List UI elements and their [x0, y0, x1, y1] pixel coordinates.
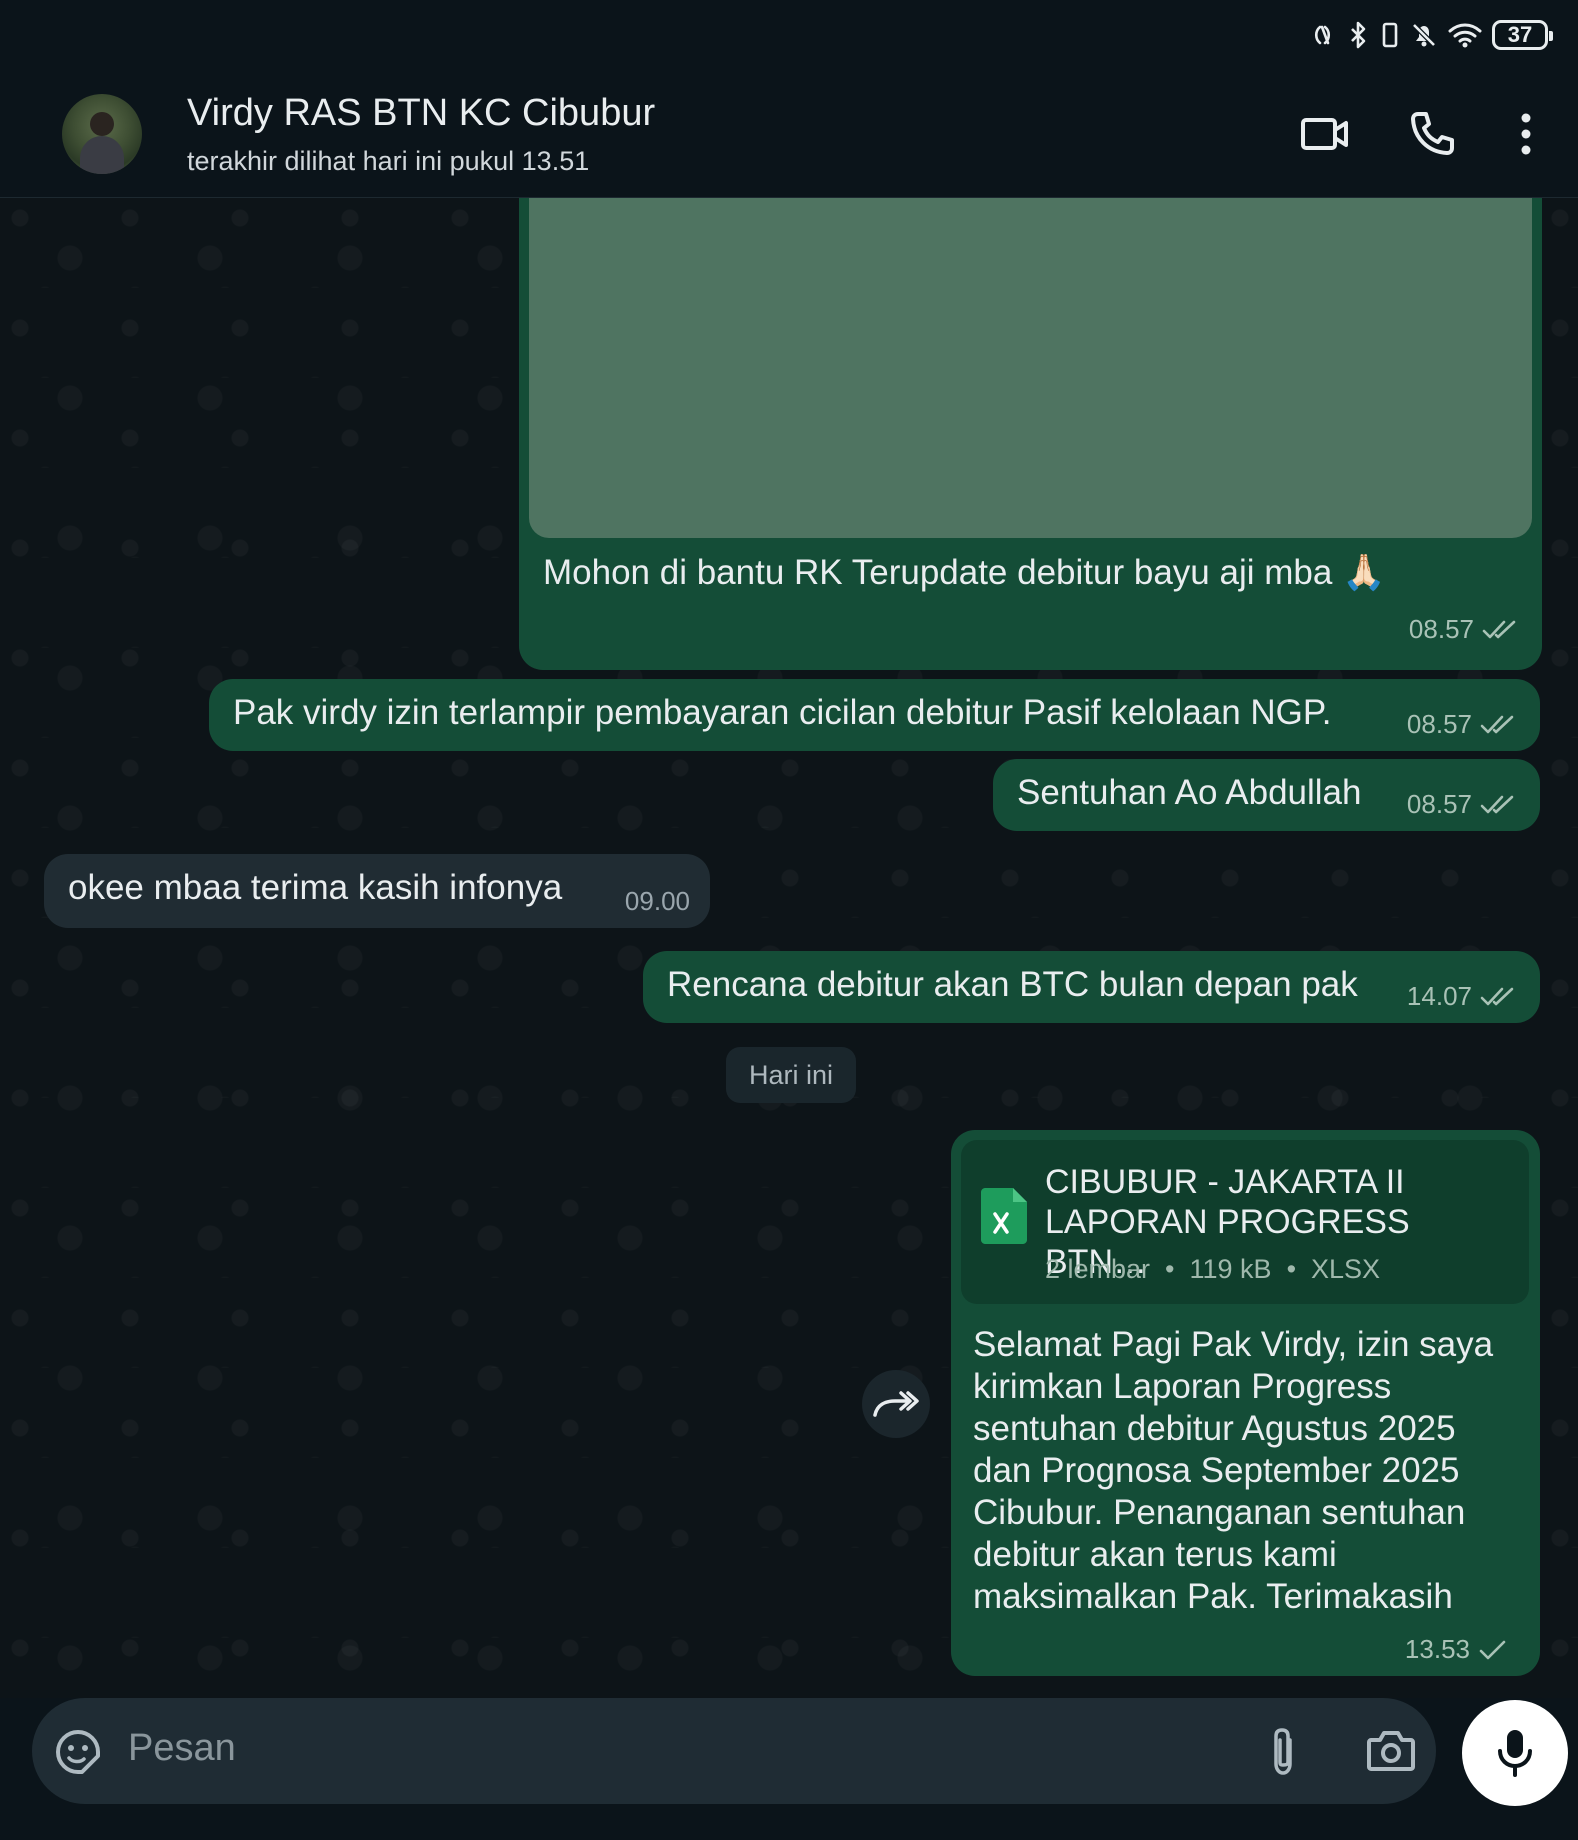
- message-time: 13.53: [1404, 1634, 1470, 1664]
- document-meta: 2 lembar • 119 kB • XLSX: [1045, 1254, 1381, 1284]
- avatar[interactable]: [62, 94, 142, 174]
- mute-icon: [1412, 23, 1436, 47]
- message-meta: 08.57: [1407, 709, 1518, 740]
- xlsx-file-icon: [981, 1188, 1027, 1244]
- message-bubble[interactable]: Pak virdy izin terlampir pembayaran cici…: [209, 679, 1540, 751]
- status-bar: 37: [0, 0, 1578, 70]
- message-bubble[interactable]: Rencana debitur akan BTC bulan depan pak…: [643, 951, 1540, 1023]
- single-check-icon: [1479, 1640, 1506, 1659]
- message-composer[interactable]: Pesan: [32, 1698, 1436, 1804]
- message-text: Mohon di bantu RK Terupdate debitur bayu…: [543, 553, 1386, 592]
- message-time: 08.57: [1408, 614, 1474, 644]
- chat-header: Virdy RAS BTN KC Cibubur terakhir diliha…: [0, 70, 1578, 198]
- document-attachment[interactable]: CIBUBUR - JAKARTA II LAPORAN PROGRESS BT…: [961, 1140, 1529, 1304]
- sticker-emoji-icon[interactable]: [54, 1728, 102, 1776]
- microphone-icon: [1498, 1730, 1532, 1777]
- message-meta: 13.53: [1405, 1634, 1508, 1665]
- message-image-bubble[interactable]: Mohon di bantu RK Terupdate debitur bayu…: [519, 198, 1542, 670]
- message-meta: 08.57: [1407, 789, 1518, 820]
- message-meta: 14.07: [1407, 981, 1518, 1012]
- message-text: Rencana debitur akan BTC bulan depan pak: [667, 965, 1358, 1004]
- double-check-icon: [1482, 620, 1516, 638]
- attach-icon[interactable]: [1266, 1726, 1300, 1778]
- message-meta: 09.00: [625, 886, 690, 917]
- document-message-bubble[interactable]: CIBUBUR - JAKARTA II LAPORAN PROGRESS BT…: [951, 1130, 1540, 1676]
- message-meta: 08.57: [1409, 614, 1520, 645]
- last-seen-status: terakhir dilihat hari ini pukul 13.51: [187, 146, 590, 176]
- more-options-icon[interactable]: [1514, 110, 1538, 158]
- battery-icon: 37: [1492, 20, 1553, 50]
- message-text: okee mbaa terima kasih infonya: [68, 868, 563, 907]
- camera-icon[interactable]: [1366, 1728, 1416, 1774]
- message-time: 08.57: [1406, 789, 1472, 819]
- voice-call-icon[interactable]: [1408, 110, 1456, 158]
- voice-record-button[interactable]: [1462, 1700, 1568, 1806]
- date-divider: Hari ini: [726, 1047, 856, 1103]
- incoming-message-bubble[interactable]: okee mbaa terima kasih infonya 09.00: [44, 854, 710, 928]
- nfc-icon: [1314, 25, 1331, 45]
- vibrate-icon: [1382, 22, 1398, 48]
- image-attachment[interactable]: [529, 198, 1532, 538]
- message-time: 08.57: [1406, 709, 1472, 739]
- double-check-icon: [1480, 795, 1514, 813]
- forward-button[interactable]: [862, 1370, 930, 1438]
- document-title-line1: CIBUBUR - JAKARTA II: [1045, 1163, 1405, 1201]
- message-time: 14.07: [1406, 981, 1472, 1011]
- video-call-icon[interactable]: [1300, 110, 1350, 158]
- message-bubble[interactable]: Sentuhan Ao Abdullah 08.57: [993, 759, 1540, 831]
- double-check-icon: [1480, 987, 1514, 1005]
- forward-icon: [873, 1391, 919, 1417]
- message-input[interactable]: Pesan: [128, 1727, 236, 1770]
- battery-level: 37: [1507, 22, 1533, 47]
- wifi-icon: [1448, 23, 1482, 48]
- message-text: Pak virdy izin terlampir pembayaran cici…: [233, 693, 1332, 732]
- double-check-icon: [1480, 715, 1514, 733]
- chat-area[interactable]: Mohon di bantu RK Terupdate debitur bayu…: [0, 198, 1578, 1698]
- bluetooth-icon: [1351, 21, 1366, 49]
- contact-name[interactable]: Virdy RAS BTN KC Cibubur: [187, 92, 655, 135]
- message-text: Selamat Pagi Pak Virdy, izin saya kirimk…: [973, 1325, 1494, 1616]
- message-time: 09.00: [624, 886, 690, 916]
- message-text: Sentuhan Ao Abdullah: [1017, 773, 1362, 812]
